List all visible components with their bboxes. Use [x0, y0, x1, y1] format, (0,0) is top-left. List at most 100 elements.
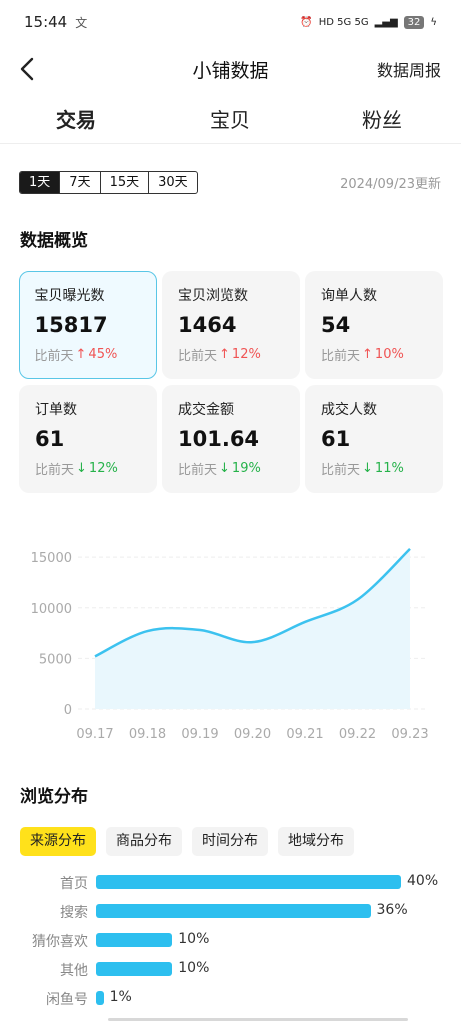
updated-time: 2024/09/23更新	[340, 177, 441, 192]
y-tick-label: 15000	[31, 551, 72, 566]
metric-compare: 比前天 ↓ 11%	[321, 459, 443, 478]
metric-value: 1464	[178, 313, 237, 337]
charging-icon: ϟ	[430, 16, 437, 28]
distribution-value-label: 40%	[407, 873, 439, 889]
metric-card-views[interactable]: 宝贝浏览数 1464 比前天 ↑ 12%	[162, 271, 300, 379]
metric-value: 61	[321, 427, 351, 451]
distribution-row: 猜你喜欢 10%	[0, 930, 461, 950]
y-tick-label: 0	[64, 703, 72, 718]
compare-prefix: 比前天	[321, 463, 361, 478]
x-tick-label: 09.17	[76, 727, 113, 742]
chip-time[interactable]: 时间分布	[192, 827, 268, 856]
metric-compare: 比前天 ↑ 45%	[35, 345, 157, 364]
overview-title: 数据概览	[20, 231, 88, 251]
compare-prefix: 比前天	[321, 349, 361, 364]
arrow-down-icon: ↓	[219, 461, 230, 476]
distribution-bar	[96, 962, 173, 976]
chip-region[interactable]: 地域分布	[278, 827, 354, 856]
tab-items[interactable]: 宝贝	[210, 104, 250, 133]
x-tick-label: 09.18	[129, 727, 166, 742]
distribution-bar	[96, 875, 401, 889]
metric-value: 101.64	[178, 427, 260, 451]
period-option-30d[interactable]: 30天	[148, 172, 197, 193]
distribution-value-label: 1%	[109, 989, 132, 1005]
distribution-value-label: 10%	[178, 931, 210, 947]
distribution-row: 闲鱼号 1%	[0, 988, 461, 1008]
distribution-filter-chips: 来源分布 商品分布 时间分布 地域分布	[20, 827, 354, 856]
compare-prefix: 比前天	[178, 349, 218, 364]
compare-prefix: 比前天	[34, 348, 74, 364]
metric-value: 15817	[34, 312, 108, 337]
metric-change: 11%	[374, 461, 404, 476]
nav-bar: 小铺数据 数据周报	[0, 44, 461, 94]
arrow-down-icon: ↓	[362, 461, 373, 476]
metric-change: 10%	[374, 347, 404, 362]
exposure-trend-chart[interactable]: 0 5000 10000 15000 09.17 09.18 09.19 09.20 09.21…	[0, 540, 461, 750]
compare-prefix: 比前天	[35, 463, 75, 478]
metric-compare: 比前天 ↑ 10%	[321, 345, 443, 364]
arrow-down-icon: ↓	[76, 461, 87, 476]
period-option-15d[interactable]: 15天	[99, 172, 149, 193]
metric-compare: 比前天 ↑ 12%	[178, 345, 300, 364]
arrow-up-icon: ↑	[75, 346, 87, 362]
arrow-up-icon: ↑	[219, 347, 230, 362]
metric-compare: 比前天 ↓ 19%	[178, 459, 300, 478]
metric-value: 54	[321, 313, 351, 337]
period-option-7d[interactable]: 7天	[59, 172, 99, 193]
metric-label: 订单数	[35, 402, 77, 418]
chip-source[interactable]: 来源分布	[20, 827, 96, 856]
distribution-row: 其他 10%	[0, 959, 461, 979]
tab-label: 粉丝	[362, 108, 402, 132]
x-tick-label: 09.23	[391, 727, 428, 742]
main-tabs: 交易 宝贝 粉丝	[0, 96, 461, 144]
metric-card-exposure[interactable]: 宝贝曝光数 15817 比前天 ↑ 45%	[19, 271, 157, 379]
distribution-row-label: 搜索	[60, 905, 88, 921]
x-tick-label: 09.20	[234, 727, 271, 742]
metric-label: 宝贝浏览数	[178, 288, 248, 304]
chip-product[interactable]: 商品分布	[106, 827, 182, 856]
period-selector: 1天 7天 15天 30天	[19, 171, 198, 194]
metric-change: 19%	[231, 461, 261, 476]
metric-card-buyers[interactable]: 成交人数 61 比前天 ↓ 11%	[305, 385, 443, 493]
y-tick-label: 5000	[39, 652, 72, 667]
metric-card-gmv[interactable]: 成交金额 101.64 比前天 ↓ 19%	[162, 385, 300, 493]
tab-label: 宝贝	[210, 108, 250, 132]
metric-label: 成交人数	[321, 402, 377, 418]
metric-card-inquiries[interactable]: 询单人数 54 比前天 ↑ 10%	[305, 271, 443, 379]
distribution-bar	[96, 904, 371, 918]
alarm-icon: ⏰	[300, 16, 313, 28]
metric-label: 询单人数	[321, 288, 377, 304]
metric-card-orders[interactable]: 订单数 61 比前天 ↓ 12%	[19, 385, 157, 493]
arrow-up-icon: ↑	[362, 347, 373, 362]
distribution-row-label: 猜你喜欢	[32, 934, 88, 950]
distribution-row-label: 首页	[60, 876, 88, 892]
battery-indicator: 32	[403, 15, 425, 29]
metric-change: 12%	[88, 461, 118, 476]
x-tick-label: 09.22	[339, 727, 376, 742]
distribution-title: 浏览分布	[20, 787, 88, 807]
period-option-1d[interactable]: 1天	[20, 172, 60, 193]
x-tick-label: 09.21	[286, 727, 323, 742]
distribution-row-label: 闲鱼号	[46, 992, 88, 1008]
distribution-value-label: 36%	[376, 902, 408, 918]
status-bar: 15:44 文 ⏰ HD 5G 5G ▂▄▆ 32 ϟ	[0, 0, 461, 44]
chart-area-fill	[95, 548, 410, 709]
metric-value: 61	[35, 427, 65, 451]
metric-label: 成交金额	[178, 402, 234, 418]
metric-compare: 比前天 ↓ 12%	[35, 459, 157, 478]
weekly-report-link[interactable]: 数据周报	[377, 57, 441, 81]
tab-label: 交易	[56, 108, 96, 132]
network-indicator: HD 5G 5G	[318, 16, 369, 28]
distribution-row: 搜索 36%	[0, 901, 461, 921]
metric-change: 12%	[231, 347, 261, 362]
signal-icon: ▂▄▆	[374, 16, 398, 28]
distribution-bar	[96, 933, 173, 947]
status-time: 15:44	[24, 13, 68, 31]
distribution-row-label: 其他	[60, 963, 88, 979]
x-tick-label: 09.19	[181, 727, 218, 742]
tab-trade[interactable]: 交易	[56, 104, 96, 133]
metric-label: 宝贝曝光数	[34, 287, 105, 304]
tab-fans[interactable]: 粉丝	[362, 104, 402, 133]
compare-prefix: 比前天	[178, 463, 218, 478]
translate-glyph-icon: 文	[75, 15, 88, 30]
